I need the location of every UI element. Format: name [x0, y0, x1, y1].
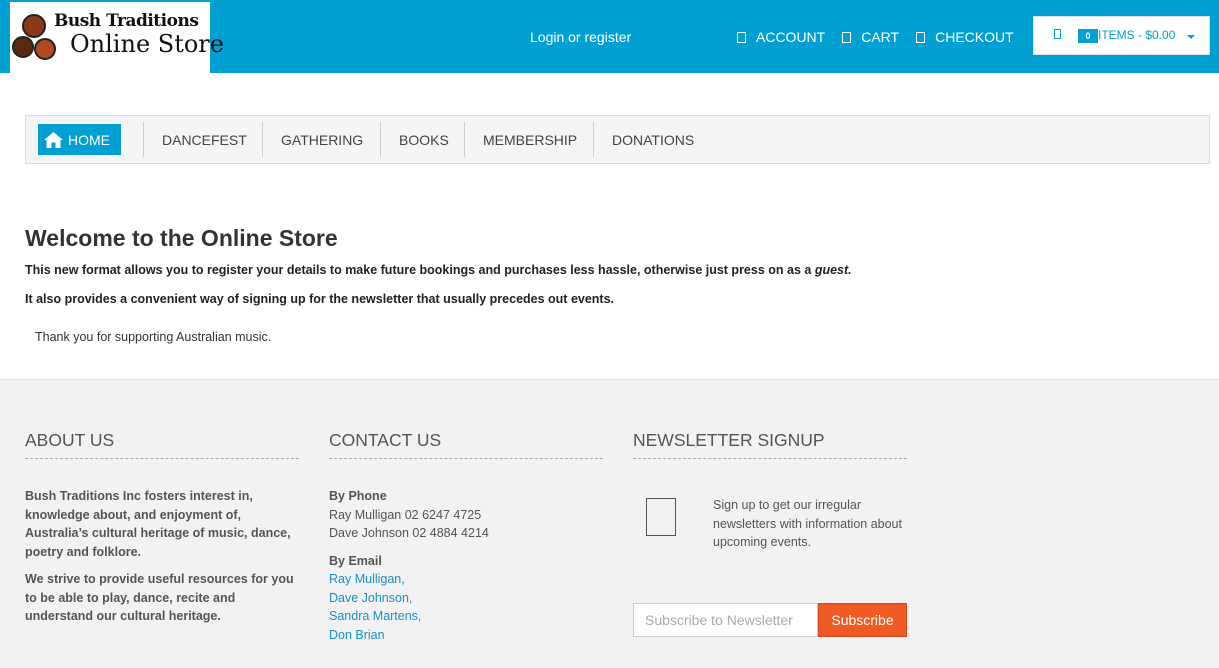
thanks-paragraph: Thank you for supporting Australian musi… — [35, 330, 272, 344]
page-title: Welcome to the Online Store — [25, 225, 338, 251]
nav-home[interactable]: HOME — [38, 124, 121, 155]
cart-link[interactable]: CART — [842, 29, 899, 45]
main-nav: HOME DANCEFEST GATHERING BOOKS MEMBERSHI… — [25, 115, 1210, 164]
cart-icon — [842, 31, 852, 43]
home-icon — [44, 131, 63, 148]
phone-line: Dave Johnson 02 4884 4214 — [329, 526, 489, 540]
nav-dancefest[interactable]: DANCEFEST — [143, 122, 247, 157]
user-icon — [737, 31, 746, 43]
about-section: ABOUT US Bush Traditions Inc fosters int… — [25, 430, 299, 635]
phone-block: By Phone Ray Mulligan 02 6247 4725 Dave … — [329, 487, 603, 543]
newsletter-email-input[interactable] — [633, 603, 818, 637]
newsletter-paragraph: It also provides a convenient way of sig… — [25, 292, 615, 306]
logo-line2: Online Store — [70, 30, 224, 58]
about-heading: ABOUT US — [25, 430, 299, 459]
nav-gathering[interactable]: GATHERING — [262, 122, 363, 157]
cart-label: CART — [861, 29, 900, 45]
checkout-icon — [916, 31, 926, 43]
top-links: ACCOUNT CART CHECKOUT — [737, 29, 1031, 45]
intro-paragraph: This new format allows you to register y… — [25, 263, 852, 277]
newsletter-heading: NEWSLETTER SIGNUP — [633, 430, 907, 459]
about-text: Bush Traditions Inc fosters interest in,… — [25, 487, 299, 626]
subscribe-button[interactable]: Subscribe — [818, 603, 907, 637]
chevron-down-icon — [1187, 35, 1195, 39]
newsletter-section: NEWSLETTER SIGNUP Sign up to get our irr… — [633, 430, 907, 650]
newsletter-text: Sign up to get our irregular newsletters… — [713, 498, 902, 549]
email-link-sandra[interactable]: Sandra Martens, — [329, 607, 603, 626]
about-paragraph-2: We strive to provide useful resources fo… — [25, 572, 294, 623]
cart-summary: ITEMS - $0.00 — [1098, 28, 1176, 42]
account-label: ACCOUNT — [756, 29, 826, 45]
email-title: By Email — [329, 553, 382, 568]
shopping-cart-icon — [1054, 29, 1061, 39]
about-paragraph-1: Bush Traditions Inc fosters interest in,… — [25, 489, 291, 559]
contact-heading: CONTACT US — [329, 430, 603, 459]
nav-home-label: HOME — [68, 131, 110, 148]
top-bar: Bush Traditions Online Store Login or re… — [0, 0, 1219, 73]
nav-books[interactable]: BOOKS — [380, 122, 449, 157]
nav-membership[interactable]: MEMBERSHIP — [464, 122, 577, 157]
email-link-don[interactable]: Don Brian — [329, 626, 603, 645]
phone-line: Ray Mulligan 02 6247 4725 — [329, 507, 482, 522]
checkout-label: CHECKOUT — [935, 29, 1014, 45]
intro-text: This new format allows you to register y… — [25, 263, 812, 277]
cart-count-badge: 0 — [1078, 29, 1098, 43]
login-register-link[interactable]: Login or register — [530, 29, 631, 45]
nav-donations[interactable]: DONATIONS — [593, 122, 694, 157]
phone-title: By Phone — [329, 489, 387, 503]
store-logo[interactable]: Bush Traditions Online Store — [10, 2, 224, 73]
email-link-dave[interactable]: Dave Johnson, — [329, 589, 603, 608]
account-link[interactable]: ACCOUNT — [737, 29, 825, 45]
contact-section: CONTACT US By Phone Ray Mulligan 02 6247… — [329, 430, 603, 644]
email-block: By Email Ray Mulligan, Dave Johnson, San… — [329, 552, 603, 645]
newsletter-form: Subscribe — [633, 603, 907, 637]
newsletter-icon — [646, 498, 676, 536]
cart-dropdown[interactable]: 0 ITEMS - $0.00 — [1033, 16, 1210, 55]
guest-text: guest. — [814, 263, 852, 277]
email-link-ray[interactable]: Ray Mulligan, — [329, 570, 603, 589]
logo-line1: Bush Traditions — [54, 11, 199, 31]
checkout-link[interactable]: CHECKOUT — [916, 29, 1014, 45]
footer: ABOUT US Bush Traditions Inc fosters int… — [0, 379, 1219, 668]
